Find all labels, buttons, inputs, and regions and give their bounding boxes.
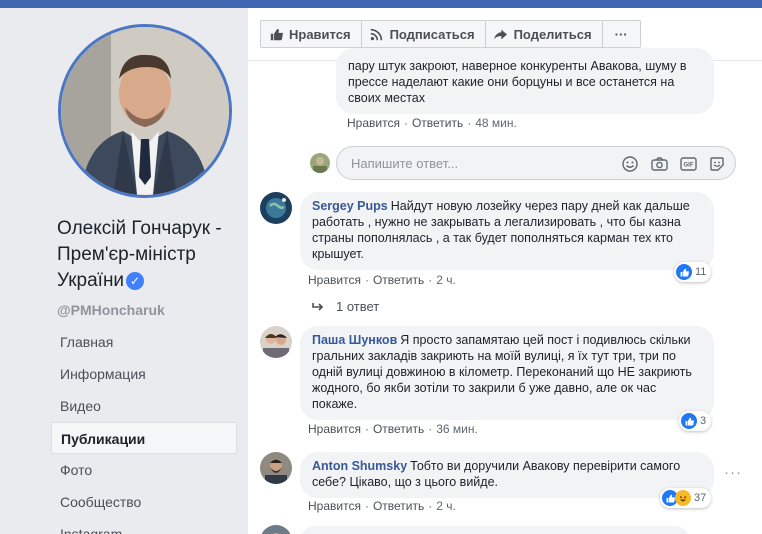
nav-item-posts[interactable]: Публикации bbox=[51, 422, 237, 454]
page-action-bar: Нравится Подписаться Поделиться ··· bbox=[260, 20, 641, 48]
share-arrow-icon bbox=[494, 27, 508, 41]
commenter-avatar[interactable] bbox=[260, 525, 292, 534]
follow-page-label: Подписаться bbox=[389, 26, 475, 42]
comment-bubble: Anton Shumsky Тобто ви доручили Авакову п… bbox=[300, 452, 714, 498]
reply-input[interactable]: Напишите ответ... GIF bbox=[336, 146, 736, 180]
comment-author-link[interactable]: Anton Shumsky bbox=[312, 459, 407, 473]
comment-meta: Нравится · Ответить · 2 ч. bbox=[308, 499, 456, 513]
current-user-avatar bbox=[310, 153, 330, 173]
page-nav: Главная Информация Видео Публикации Фото… bbox=[51, 326, 237, 534]
sticker-icon[interactable] bbox=[707, 154, 727, 174]
comment-like-link[interactable]: Нравится bbox=[308, 273, 361, 287]
comment-like-link[interactable]: Нравится bbox=[308, 499, 361, 513]
nav-item-community[interactable]: Сообщество bbox=[51, 486, 237, 518]
comment-reply-link[interactable]: Ответить bbox=[373, 499, 424, 513]
top-navigation-bar bbox=[0, 0, 762, 8]
like-reaction-icon bbox=[681, 413, 697, 429]
comment-time[interactable]: 2 ч. bbox=[436, 499, 456, 513]
svg-text:GIF: GIF bbox=[683, 163, 693, 169]
comment-bubble: пару штук закроют, наверное конкуренты А… bbox=[336, 48, 714, 114]
nav-item-home[interactable]: Главная bbox=[51, 326, 237, 358]
reply-arrow-icon bbox=[312, 302, 324, 312]
comment-reply-link[interactable]: Ответить bbox=[373, 273, 424, 287]
comment-bubble bbox=[300, 526, 690, 534]
verified-badge-icon: ✓ bbox=[126, 272, 145, 290]
comments-panel: Нравится Подписаться Поделиться ··· пару… bbox=[248, 8, 762, 534]
comment-reactions[interactable]: 3 bbox=[679, 411, 712, 431]
gif-icon[interactable]: GIF bbox=[678, 154, 698, 174]
comment-like-link[interactable]: Нравится bbox=[308, 422, 361, 436]
page-handle[interactable]: @PMHoncharuk bbox=[57, 302, 165, 318]
view-replies-label: 1 ответ bbox=[336, 299, 380, 314]
commenter-avatar[interactable] bbox=[260, 326, 292, 358]
page-title[interactable]: Олексій Гончарук - Прем'єр-міністр Украї… bbox=[57, 216, 237, 294]
comment-meta: Нравится · Ответить · 2 ч. bbox=[308, 273, 456, 287]
rss-icon bbox=[370, 27, 384, 41]
comment-meta: Нравится · Ответить · 48 мин. bbox=[347, 116, 517, 130]
comment-reactions[interactable]: 11 bbox=[674, 262, 712, 282]
share-page-label: Поделиться bbox=[513, 26, 592, 42]
comment-options-icon[interactable]: ··· bbox=[724, 464, 742, 481]
page-profile-picture[interactable] bbox=[58, 24, 232, 198]
comment-time[interactable]: 36 мин. bbox=[436, 422, 478, 436]
comment-meta: Нравится · Ответить · 36 мин. bbox=[308, 422, 478, 436]
comment-reactions[interactable]: 37 bbox=[660, 488, 712, 508]
comment-author-link[interactable]: Паша Шунков bbox=[312, 333, 397, 347]
comment-author-link[interactable]: Sergey Pups bbox=[312, 199, 388, 213]
profile-photo-icon bbox=[61, 27, 229, 195]
comment-reply-link[interactable]: Ответить bbox=[412, 116, 463, 130]
camera-icon[interactable] bbox=[649, 154, 669, 174]
reply-input-placeholder: Напишите ответ... bbox=[351, 156, 459, 171]
thumbs-up-icon bbox=[269, 27, 283, 41]
commenter-avatar[interactable] bbox=[260, 452, 292, 484]
like-reaction-icon bbox=[676, 264, 692, 280]
comment-reply-link[interactable]: Ответить bbox=[373, 422, 424, 436]
page-sidebar: Олексій Гончарук - Прем'єр-міністр Украї… bbox=[0, 8, 248, 534]
nav-item-info[interactable]: Информация bbox=[51, 358, 237, 390]
follow-page-button[interactable]: Подписаться bbox=[360, 20, 486, 48]
comment-like-link[interactable]: Нравится bbox=[347, 116, 400, 130]
nav-item-photos[interactable]: Фото bbox=[51, 454, 237, 486]
more-options-icon: ··· bbox=[614, 26, 628, 42]
comment-text: пару штук закроют, наверное конкуренты А… bbox=[348, 59, 687, 105]
comment-bubble: Sergey Pups Найдут новую лозейку через па… bbox=[300, 192, 714, 270]
comment-bubble: Паша Шунков Я просто запамятаю цей пост і… bbox=[300, 326, 714, 420]
like-page-button[interactable]: Нравится bbox=[260, 20, 362, 48]
haha-reaction-icon bbox=[675, 490, 691, 506]
nav-item-videos[interactable]: Видео bbox=[51, 390, 237, 422]
reaction-count: 3 bbox=[700, 415, 707, 427]
comment-time[interactable]: 48 мин. bbox=[475, 116, 517, 130]
commenter-avatar[interactable] bbox=[260, 192, 292, 224]
comment-time[interactable]: 2 ч. bbox=[436, 273, 456, 287]
reaction-count: 11 bbox=[695, 266, 707, 278]
more-options-button[interactable]: ··· bbox=[601, 20, 641, 48]
view-replies-link[interactable]: 1 ответ bbox=[312, 299, 379, 314]
like-page-label: Нравится bbox=[289, 26, 351, 42]
reaction-count: 37 bbox=[694, 492, 707, 504]
share-page-button[interactable]: Поделиться bbox=[484, 20, 603, 48]
reply-tools: GIF bbox=[620, 154, 727, 174]
nav-item-instagram[interactable]: Instagram bbox=[51, 518, 237, 534]
emoji-icon[interactable] bbox=[620, 154, 640, 174]
